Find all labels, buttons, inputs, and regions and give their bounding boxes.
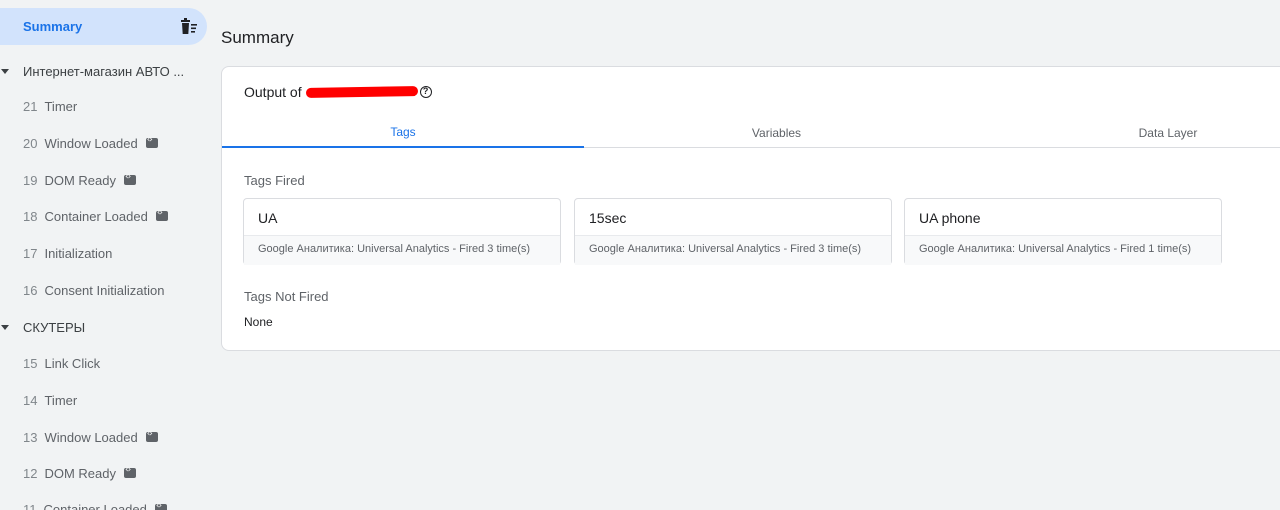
event-label: Container Loaded [43, 501, 147, 510]
event-number: 18 [23, 208, 38, 224]
code-tag-icon [145, 429, 158, 442]
sidebar-event-item[interactable]: 20 Window Loaded [23, 132, 158, 154]
sidebar-summary-label: Summary [23, 19, 83, 34]
tag-card-ua[interactable]: UA Google Аналитика: Universal Analytics… [243, 198, 561, 265]
event-number: 15 [23, 355, 38, 371]
sidebar-event-item[interactable]: 14 Timer [23, 389, 77, 411]
output-label: Output of [244, 84, 302, 100]
group-title: СКУТЕРЫ [23, 319, 86, 335]
event-label: Link Click [44, 355, 101, 371]
event-number: 21 [23, 98, 38, 114]
tag-detail: Google Аналитика: Universal Analytics - … [244, 235, 560, 265]
tags-fired-label: Tags Fired [244, 173, 305, 188]
sidebar-summary-item[interactable]: Summary [0, 8, 207, 45]
tag-name: 15sec [589, 210, 627, 226]
event-label: Timer [44, 392, 78, 408]
sidebar-group-2[interactable]: СКУТЕРЫ [0, 315, 85, 339]
page-title: Summary [221, 28, 294, 47]
redaction-mark [305, 86, 418, 98]
tag-detail: Google Аналитика: Universal Analytics - … [905, 235, 1221, 265]
code-tag-icon [154, 501, 167, 510]
event-number: 14 [23, 392, 38, 408]
tag-card-15sec[interactable]: 15sec Google Аналитика: Universal Analyt… [574, 198, 892, 265]
event-number: 13 [23, 429, 38, 445]
sidebar-event-item[interactable]: 16 Consent Initialization [23, 279, 164, 301]
tag-detail: Google Аналитика: Universal Analytics - … [575, 235, 891, 265]
event-label: Window Loaded [44, 135, 138, 151]
event-label: Container Loaded [44, 208, 148, 224]
tags-not-fired-value: None [244, 315, 273, 329]
sidebar-event-item[interactable]: 19 DOM Ready [23, 169, 136, 191]
sidebar-event-item[interactable]: 11 Container Loaded [23, 498, 167, 510]
event-label: DOM Ready [44, 172, 116, 188]
sidebar-event-item[interactable]: 13 Window Loaded [23, 426, 158, 448]
summary-card: Output of ? Tags Variables Data Layer Ta… [221, 66, 1280, 351]
sidebar-event-item[interactable]: 21 Timer [23, 95, 77, 117]
event-label: Window Loaded [44, 429, 138, 445]
tab-data-layer[interactable]: Data Layer [969, 117, 1280, 148]
event-number: 12 [23, 465, 38, 481]
group-title: Интернет-магазин АВТО ... [23, 63, 185, 79]
event-number: 11 [23, 501, 37, 510]
tab-bar: Tags Variables Data Layer [222, 117, 1280, 148]
event-number: 19 [23, 172, 38, 188]
sidebar-event-item[interactable]: 12 DOM Ready [23, 462, 136, 484]
tag-card-ua-phone[interactable]: UA phone Google Аналитика: Universal Ana… [904, 198, 1222, 265]
event-number: 16 [23, 282, 38, 298]
expand-triangle-icon [1, 324, 9, 330]
sidebar-group-1[interactable]: Интернет-магазин АВТО ... [0, 59, 184, 83]
tag-name: UA [258, 210, 278, 226]
tags-not-fired-label: Tags Not Fired [244, 289, 329, 304]
delete-all-icon[interactable] [180, 18, 198, 35]
code-tag-icon [145, 135, 158, 148]
event-number: 20 [23, 135, 38, 151]
tab-variables[interactable]: Variables [584, 117, 969, 148]
code-tag-icon [124, 172, 136, 185]
code-tag-icon [155, 208, 168, 221]
help-icon[interactable]: ? [419, 86, 432, 98]
event-label: DOM Ready [44, 465, 116, 481]
event-number: 17 [23, 245, 38, 261]
event-label: Timer [44, 98, 78, 114]
sidebar: Summary Интернет-магазин АВТО ... 21 Tim… [0, 0, 212, 510]
sidebar-event-item[interactable]: 18 Container Loaded [23, 205, 168, 227]
tab-tags[interactable]: Tags [222, 117, 584, 148]
event-label: Initialization [44, 245, 113, 261]
expand-triangle-icon [1, 68, 9, 74]
sidebar-event-item[interactable]: 15 Link Click [23, 352, 100, 374]
event-label: Consent Initialization [44, 282, 165, 298]
code-tag-icon [124, 465, 136, 478]
sidebar-event-item[interactable]: 17 Initialization [23, 242, 112, 264]
tag-name: UA phone [919, 210, 981, 226]
output-header: Output of ? [244, 84, 432, 100]
